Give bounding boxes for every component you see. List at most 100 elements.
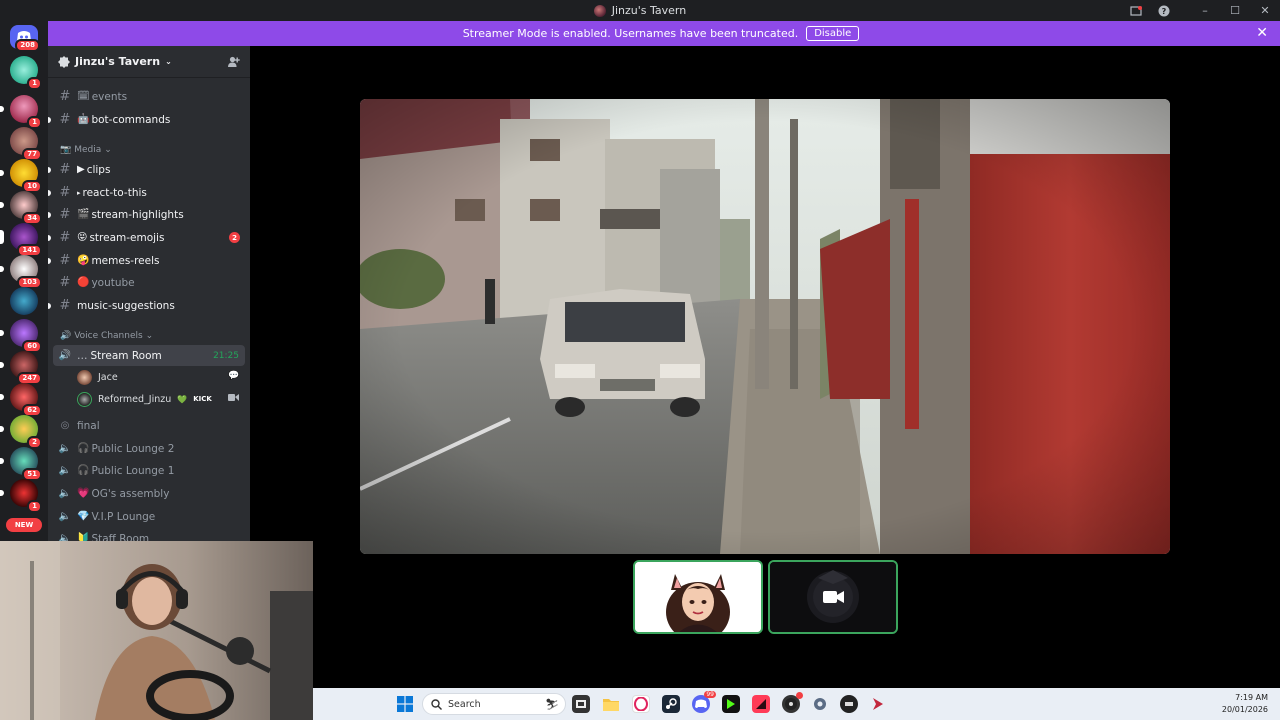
unread-pill <box>0 458 4 464</box>
opera-gx-icon[interactable] <box>632 695 650 713</box>
server-icon-2[interactable]: 1 <box>0 95 42 129</box>
voice-channel-stream-room[interactable]: 🔊 … Stream Room 21:25 <box>53 345 245 366</box>
unread-indicator <box>48 211 51 218</box>
streamer-webcam-image <box>0 541 313 720</box>
server-icon-12[interactable]: 2 <box>0 415 42 449</box>
server-icon-8[interactable] <box>10 287 38 315</box>
obs-icon[interactable] <box>782 692 803 713</box>
voice-channel-public-lounge-1[interactable]: 🔈 🎧 Public Lounge 1 <box>48 460 250 481</box>
server-icon-3[interactable]: 77 <box>10 127 42 161</box>
badge-icon: 🔰 <box>77 533 90 541</box>
server-icon-9[interactable]: 60 <box>0 319 42 353</box>
settings-gear-icon[interactable] <box>811 695 829 713</box>
channel-bot-commands[interactable]: # 🤖 bot-commands <box>48 109 250 130</box>
dm-badge: 208 <box>15 39 40 52</box>
channel-label: clips <box>86 163 111 176</box>
voice-channel-staff-room[interactable]: 🔈 🔰 Staff Room <box>48 528 250 542</box>
server-icon-1[interactable]: 1 <box>10 56 42 90</box>
windows-start-icon[interactable] <box>396 695 414 713</box>
unread-indicator <box>48 302 51 309</box>
dots-icon: … <box>77 349 88 362</box>
video-camera-icon <box>228 393 239 405</box>
maximize-button[interactable]: ☐ <box>1220 0 1250 21</box>
help-icon[interactable]: ? <box>1150 0 1178 21</box>
server-header[interactable]: Jinzu's Tavern ⌄ <box>48 46 250 78</box>
taskbar-search[interactable]: Search ⛷ <box>422 693 566 715</box>
category-voice-channels[interactable]: 🔊 Voice Channels ⌄ <box>60 331 153 341</box>
channel-memes-reels[interactable]: # 🤪 memes-reels <box>48 250 250 271</box>
play-icon: ▶ <box>77 164 85 175</box>
channel-stream-emojis[interactable]: # 😝 stream-emojis 2 <box>48 227 250 248</box>
creative-app-icon[interactable] <box>752 695 770 713</box>
screen-share-video[interactable] <box>360 99 1170 554</box>
hashtag-icon: # <box>59 275 71 290</box>
taskbar-clock[interactable]: 7:19 AM 20/01/2026 <box>1222 692 1268 716</box>
unread-pill <box>0 106 4 112</box>
server-icon-5[interactable]: 34 <box>0 191 42 225</box>
invite-people-icon[interactable] <box>227 55 241 69</box>
member-name: Reformed_Jinzu <box>98 393 172 405</box>
server-icon-10[interactable]: 247 <box>0 351 42 385</box>
channel-label: music-suggestions <box>77 299 175 312</box>
voice-channel-final[interactable]: ◎ final <box>48 415 250 436</box>
server-icon-13[interactable]: 51 <box>0 447 42 481</box>
avatar <box>77 391 92 407</box>
server-icon-7[interactable]: 103 <box>0 255 42 289</box>
discord-icon[interactable]: 99 <box>692 691 716 713</box>
unread-pill <box>0 202 4 208</box>
participant-tile-reformed-jinzu[interactable] <box>768 560 898 634</box>
server-icon-4[interactable]: 10 <box>0 159 42 193</box>
server-rail: 208 1 1 77 10 34 141 103 60 247 62 2 51 … <box>0 21 48 541</box>
server-icon-6[interactable]: 141 <box>0 223 42 257</box>
unread-pill <box>0 426 4 432</box>
server-verified-icon <box>58 55 70 68</box>
server-icon-14[interactable]: 1 <box>0 479 42 513</box>
kick-app-icon[interactable] <box>722 695 740 713</box>
channel-react-to-this[interactable]: # ▸ react-to-this <box>48 182 250 203</box>
task-view-icon[interactable] <box>572 695 590 713</box>
close-banner-icon[interactable]: ✕ <box>1256 25 1268 41</box>
unread-indicator <box>48 234 51 241</box>
app-tray-icon[interactable] <box>840 695 858 713</box>
channel-label: V.I.P Lounge <box>91 510 156 523</box>
laughing-icon: 🤪 <box>77 255 90 266</box>
anime-avatar-image <box>635 562 761 632</box>
unread-indicator <box>48 166 51 173</box>
channel-music-suggestions[interactable]: # music-suggestions <box>48 295 250 316</box>
hashtag-icon: # <box>59 230 71 245</box>
voice-channel-og-assembly[interactable]: 🔈 💗 OG's assembly <box>48 483 250 504</box>
channel-events[interactable]: # 🗓 events <box>48 86 250 107</box>
file-explorer-icon[interactable] <box>602 695 620 713</box>
voice-member-reformed-jinzu[interactable]: Reformed_Jinzu 💚 KICK <box>77 389 212 409</box>
direct-messages-icon[interactable]: 208 <box>10 25 40 52</box>
search-placeholder: Search <box>448 698 481 710</box>
inbox-icon[interactable] <box>1122 0 1150 21</box>
headphones-icon: 🎧 <box>77 465 90 476</box>
channel-sidebar: Jinzu's Tavern ⌄ # 🗓 events # 🤖 bot-comm… <box>48 46 250 541</box>
steam-icon[interactable] <box>662 695 680 713</box>
voice-channel-vip-lounge[interactable]: 🔈 💎 V.I.P Lounge <box>48 506 250 527</box>
server-icon-11[interactable]: 62 <box>0 383 42 417</box>
search-highlight-icon: ⛷ <box>545 697 559 711</box>
voice-member-jace[interactable]: Jace <box>77 367 118 387</box>
channel-youtube[interactable]: # 🔴 youtube <box>48 272 250 293</box>
channel-clips[interactable]: # ▶ clips <box>48 159 250 180</box>
voice-channel-public-lounge-2[interactable]: 🔈 🎧 Public Lounge 2 <box>48 438 250 459</box>
chevron-down-icon: ⌄ <box>165 57 172 66</box>
unread-pill <box>0 170 4 176</box>
disable-streamer-mode-button[interactable]: Disable <box>806 26 860 41</box>
participant-tile-jace[interactable] <box>633 560 763 634</box>
category-media[interactable]: 📷 Media ⌄ <box>60 145 112 155</box>
unread-indicator <box>48 116 51 123</box>
window-title-text: Jinzu's Tavern <box>611 4 687 17</box>
new-badge[interactable]: NEW <box>6 518 42 532</box>
heart-icon: 💗 <box>77 488 90 499</box>
server-name: Jinzu's Tavern <box>75 55 161 68</box>
avatar <box>77 369 92 385</box>
close-window-button[interactable]: ✕ <box>1250 0 1280 21</box>
channel-label: Public Lounge 2 <box>91 442 175 455</box>
channel-stream-highlights[interactable]: # 🎬 stream-highlights <box>48 204 250 225</box>
unknown-app-icon[interactable] <box>869 695 887 713</box>
minimize-button[interactable]: – <box>1190 0 1220 21</box>
